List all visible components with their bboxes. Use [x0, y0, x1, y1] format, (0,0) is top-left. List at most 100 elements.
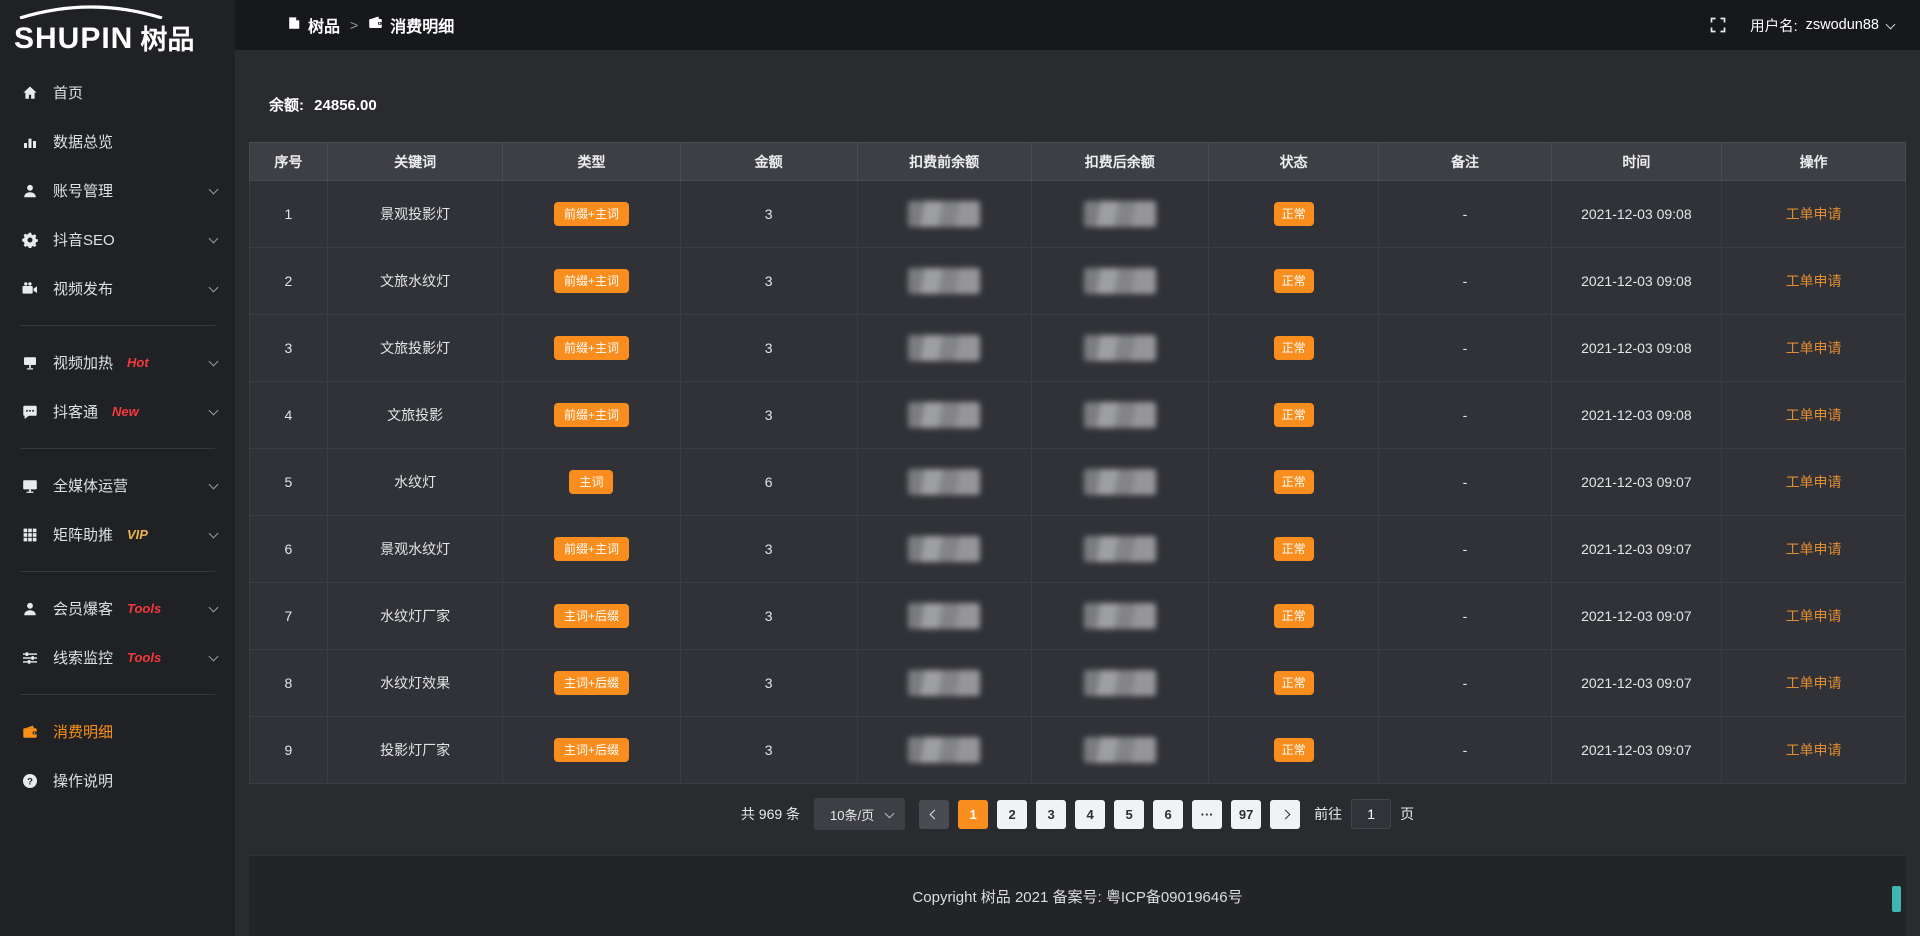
page-button-4[interactable]: 4	[1075, 800, 1105, 829]
work-order-link[interactable]: 工单申请	[1786, 541, 1842, 557]
sidebar-item-label: 账号管理	[53, 180, 113, 201]
page-button-5[interactable]: 5	[1114, 800, 1144, 829]
column-header: 备注	[1379, 143, 1551, 181]
work-order-link[interactable]: 工单申请	[1786, 340, 1842, 356]
cell-keyword: 水纹灯厂家	[327, 583, 503, 650]
sidebar: SHUPIN 树品 首页 数据总览 账号管理 抖音SEO 视频发布 视频加热 H…	[0, 0, 235, 936]
sidebar-item-douyin-seo[interactable]: 抖音SEO	[0, 215, 235, 264]
cell-action: 工单申请	[1722, 382, 1906, 449]
column-header: 时间	[1551, 143, 1722, 181]
work-order-link[interactable]: 工单申请	[1786, 675, 1842, 691]
masked-balance	[908, 201, 980, 227]
page-button-3[interactable]: 3	[1036, 800, 1066, 829]
menu-badge: Tools	[127, 650, 161, 665]
cell-keyword: 景观投影灯	[327, 181, 503, 248]
sidebar-item-matrix-boost[interactable]: 矩阵助推 VIP	[0, 510, 235, 559]
prev-page-button[interactable]	[919, 800, 949, 829]
masked-balance	[1084, 335, 1156, 361]
cell-remark: -	[1379, 449, 1551, 516]
sidebar-item-video-publish[interactable]: 视频发布	[0, 264, 235, 313]
sidebar-item-home[interactable]: 首页	[0, 68, 235, 117]
status-badge: 正常	[1274, 671, 1314, 695]
cell-status: 正常	[1208, 717, 1379, 784]
status-badge: 正常	[1274, 403, 1314, 427]
fullscreen-icon[interactable]	[1710, 17, 1726, 33]
goto-page-input[interactable]	[1351, 799, 1391, 829]
sidebar-item-video-heat[interactable]: 视频加热 Hot	[0, 338, 235, 387]
masked-balance	[908, 268, 980, 294]
cell-post-balance	[1031, 382, 1208, 449]
cell-type: 前缀+主词	[503, 315, 680, 382]
cell-seq: 6	[250, 516, 328, 583]
cell-amount: 3	[680, 583, 857, 650]
cell-pre-balance	[857, 181, 1031, 248]
cell-remark: -	[1379, 248, 1551, 315]
type-badge: 主词	[569, 470, 613, 494]
work-order-link[interactable]: 工单申请	[1786, 474, 1842, 490]
cell-type: 前缀+主词	[503, 248, 680, 315]
sidebar-item-data-overview[interactable]: 数据总览	[0, 117, 235, 166]
page-button-97[interactable]: 97	[1231, 800, 1261, 829]
type-badge: 前缀+主词	[554, 202, 629, 226]
cell-seq: 2	[250, 248, 328, 315]
cell-status: 正常	[1208, 650, 1379, 717]
sidebar-item-label: 消费明细	[53, 721, 113, 742]
cell-remark: -	[1379, 516, 1551, 583]
breadcrumb-current[interactable]: 消费明细	[368, 13, 454, 37]
floating-widget[interactable]	[1892, 886, 1901, 912]
chevron-down-icon	[885, 808, 895, 818]
chevron-left-icon	[929, 809, 939, 819]
heat-icon	[20, 355, 40, 371]
column-header: 扣费后余额	[1031, 143, 1208, 181]
cell-seq: 1	[250, 181, 328, 248]
page-ellipsis-button[interactable]: ···	[1192, 800, 1222, 829]
pagination: 共 969 条 10条/页 123456···97 前往 页	[249, 798, 1906, 830]
sidebar-item-label: 抖音SEO	[53, 229, 115, 250]
work-order-link[interactable]: 工单申请	[1786, 742, 1842, 758]
masked-balance	[908, 469, 980, 495]
cell-action: 工单申请	[1722, 315, 1906, 382]
page-button-6[interactable]: 6	[1153, 800, 1183, 829]
sidebar-item-member-baoke[interactable]: 会员爆客 Tools	[0, 584, 235, 633]
table-row: 4 文旅投影 前缀+主词 3 正常 - 2021-12-03 09:08 工单申…	[250, 382, 1906, 449]
next-page-button[interactable]	[1270, 800, 1300, 829]
footer: Copyright 树品 2021 备案号: 粤ICP备09019646号	[249, 855, 1906, 936]
sidebar-item-account-management[interactable]: 账号管理	[0, 166, 235, 215]
cell-status: 正常	[1208, 516, 1379, 583]
page-button-2[interactable]: 2	[997, 800, 1027, 829]
work-order-link[interactable]: 工单申请	[1786, 206, 1842, 222]
cell-action: 工单申请	[1722, 516, 1906, 583]
cell-status: 正常	[1208, 583, 1379, 650]
username-label: 用户名:	[1750, 15, 1798, 36]
breadcrumb-home[interactable]: 树品	[287, 13, 340, 37]
menu-badge: New	[112, 404, 139, 419]
doc-icon	[287, 16, 301, 35]
sidebar-item-consumption-detail[interactable]: 消费明细	[0, 707, 235, 756]
work-order-link[interactable]: 工单申请	[1786, 608, 1842, 624]
sidebar-item-operation-guide[interactable]: ? 操作说明	[0, 756, 235, 805]
cell-type: 主词+后缀	[503, 717, 680, 784]
sidebar-item-clue-monitor[interactable]: 线索监控 Tools	[0, 633, 235, 682]
cell-type: 前缀+主词	[503, 382, 680, 449]
page-size-select[interactable]: 10条/页	[814, 798, 905, 830]
column-header: 状态	[1208, 143, 1379, 181]
page-button-1[interactable]: 1	[958, 800, 988, 829]
table-body: 1 景观投影灯 前缀+主词 3 正常 - 2021-12-03 09:08 工单…	[250, 181, 1906, 784]
masked-balance	[908, 402, 980, 428]
work-order-link[interactable]: 工单申请	[1786, 273, 1842, 289]
monitor-icon	[20, 478, 40, 494]
sidebar-item-media-operation[interactable]: 全媒体运营	[0, 461, 235, 510]
user-menu[interactable]: 用户名: zswodun88	[1750, 15, 1894, 36]
sidebar-divider	[20, 448, 215, 449]
sidebar-item-douketong[interactable]: 抖客通 New	[0, 387, 235, 436]
sidebar-item-label: 线索监控	[53, 647, 113, 668]
work-order-link[interactable]: 工单申请	[1786, 407, 1842, 423]
column-header: 类型	[503, 143, 680, 181]
cell-status: 正常	[1208, 181, 1379, 248]
user-icon	[20, 601, 40, 617]
breadcrumb-label: 消费明细	[390, 13, 454, 37]
brand-logo: SHUPIN 树品	[0, 0, 235, 64]
column-header: 序号	[250, 143, 328, 181]
cell-remark: -	[1379, 181, 1551, 248]
total-count: 共 969 条	[741, 804, 800, 824]
